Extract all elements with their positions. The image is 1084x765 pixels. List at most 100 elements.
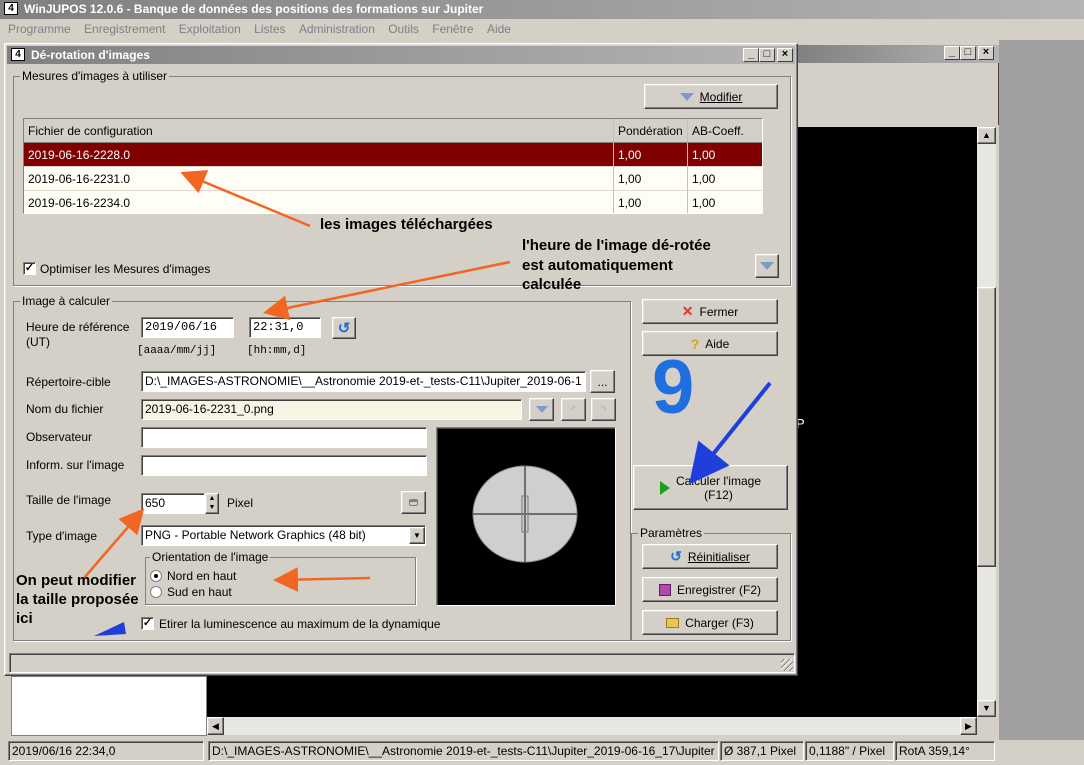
date-input[interactable]: 2019/06/16 [141,317,234,338]
lock-button[interactable] [401,491,426,514]
browse-button[interactable]: ... [590,370,615,393]
menu-exploitation[interactable]: Exploitation [179,22,241,36]
dialog-minimize-button[interactable]: _ [743,48,759,62]
south-up-radio[interactable] [150,586,162,598]
resize-grip-icon[interactable] [781,659,793,671]
compute-button-label: Calculer l'image [676,473,761,488]
compute-button-shortcut: (F12) [704,487,733,502]
size-input[interactable]: 650 [141,493,205,514]
bg-maximize-button[interactable]: □ [960,46,976,60]
filename-prev-button[interactable]: ◜ [561,398,586,421]
reset-button-label: Réinitialiser [687,549,750,564]
status-diameter: Ø 387,1 Pixel [720,741,804,761]
help-button-label: Aide [705,336,730,351]
dialog-maximize-button[interactable]: □ [759,48,775,62]
menu-administration[interactable]: Administration [299,22,375,36]
column-header-weight[interactable]: Pondération [614,119,688,143]
grid-header: Fichier de configuration Pondération AB-… [24,119,762,143]
background-window-title[interactable]: _ □ × [796,45,999,63]
chevron-down-icon [535,406,548,413]
orientation-group-label: Orientation de l'image [150,550,271,564]
menu-fenetre[interactable]: Fenêtre [432,22,473,36]
bg-close-button[interactable]: × [978,46,994,60]
cell-file: 2019-06-16-2228.0 [24,143,614,167]
right-edge-panel [999,40,1084,740]
left-panel [11,676,207,736]
annotation-size-line1: On peut modifier [16,572,136,589]
bg-minimize-button[interactable]: _ [944,46,960,60]
time-input[interactable]: 22:31,0 [249,317,321,338]
dialog-close-button[interactable]: × [777,48,793,62]
info-input[interactable] [141,455,427,476]
save-button-label: Enregistrer (F2) [676,582,762,597]
table-row[interactable]: 2019-06-16-2231.0 1,00 1,00 [24,167,762,191]
save-button[interactable]: Enregistrer (F2) [642,577,778,602]
stretch-label: Etirer la luminescence au maximum de la … [159,617,441,631]
scroll-up-button[interactable]: ▲ [977,127,996,144]
load-button[interactable]: Charger (F3) [642,610,778,635]
cell-ab: 1,00 [688,143,762,167]
annotation-size-line2: la taille proposée [16,591,139,608]
lock-icon [409,499,418,506]
horizontal-scrollbar[interactable]: ◀ ▶ [207,717,977,735]
expand-button[interactable] [755,254,779,278]
close-x-icon: ✕ [681,303,694,319]
jupiter-preview-icon [472,465,578,563]
north-up-radio[interactable] [150,570,162,582]
filename-dropdown-button[interactable] [529,398,554,421]
ref-time-unit: (UT) [26,335,50,349]
reset-button[interactable]: ↺ Réinitialiser [642,544,778,569]
cell-file: 2019-06-16-2231.0 [24,167,614,191]
size-stepper[interactable]: ▲ ▼ [205,493,219,514]
cell-weight: 1,00 [614,191,688,213]
column-header-ab[interactable]: AB-Coeff. [688,119,762,143]
folder-icon [666,617,680,628]
scroll-right-button[interactable]: ▶ [960,717,977,735]
type-select-arrow[interactable]: ▼ [409,527,425,544]
scroll-down-button[interactable]: ▼ [977,700,996,717]
compute-button[interactable]: Calculer l'image (F12) [633,465,788,510]
close-button[interactable]: ✕ Fermer [642,299,778,324]
modify-button[interactable]: Modifier [644,84,778,109]
annotation-time-line1: l'heure de l'image dé-rotée [522,237,711,254]
dialog-title-bar[interactable]: 4 Dé-rotation d'images _ □ × [7,46,795,64]
app-title-bar[interactable]: 4 WinJUPOS 12.0.6 - Banque de données de… [0,0,1084,19]
annotation-size-line3: ici [16,610,33,627]
observer-input[interactable] [141,427,427,448]
filename-input[interactable]: 2019-06-16-2231_0.png [141,399,522,420]
menu-listes[interactable]: Listes [254,22,285,36]
south-up-label: Sud en haut [167,585,232,599]
cell-ab: 1,00 [688,191,762,213]
scroll-left-button[interactable]: ◀ [207,717,224,735]
status-datetime: 2019/06/16 22:34,0 [8,741,204,761]
status-scale: 0,1188" / Pixel [805,741,894,761]
filename-label: Nom du fichier [26,402,104,416]
type-select[interactable]: PNG - Portable Network Graphics (48 bit) [141,525,426,546]
target-dir-label: Répertoire-cible [26,375,111,389]
reset-time-button[interactable]: ↺ [332,317,356,339]
ref-time-label: Heure de référence [26,320,130,334]
menu-enregistrement[interactable]: Enregistrement [84,22,165,36]
vertical-scrollbar[interactable]: ▲ ▼ [977,127,996,717]
scroll-thumb[interactable] [977,287,996,567]
table-row[interactable]: 2019-06-16-2228.0 1,00 1,00 [24,143,762,167]
optimize-label: Optimiser les Mesures d'images [40,262,211,276]
dialog-status-bar [9,653,795,673]
time-hint: [hh:mm,d] [247,345,307,357]
target-dir-input[interactable]: D:\_IMAGES-ASTRONOMIE\__Astronomie 2019-… [141,371,586,392]
play-icon [660,480,670,495]
size-unit: Pixel [227,496,254,510]
observer-label: Observateur [26,430,93,444]
north-up-label: Nord en haut [167,569,237,583]
table-row[interactable]: 2019-06-16-2234.0 1,00 1,00 [24,191,762,213]
modify-button-label: Modifier [699,89,743,104]
filename-next-button[interactable]: ◝ [591,398,616,421]
chevron-down-icon [679,92,694,101]
stretch-checkbox[interactable]: ✓ [141,617,154,630]
column-header-file[interactable]: Fichier de configuration [24,119,614,143]
menu-programme[interactable]: Programme [8,22,71,36]
optimize-checkbox[interactable]: ✓ [23,262,36,275]
image-group-label: Image à calculer [20,294,113,308]
menu-aide[interactable]: Aide [487,22,511,36]
menu-outils[interactable]: Outils [388,22,419,36]
